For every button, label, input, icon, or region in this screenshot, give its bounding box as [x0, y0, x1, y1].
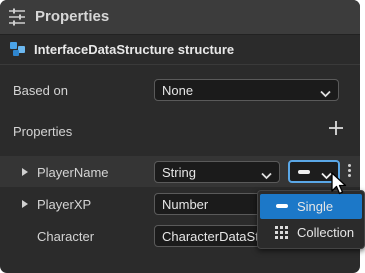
based-on-select[interactable]: None: [154, 79, 339, 101]
property-type-select[interactable]: String: [154, 161, 280, 183]
property-name: PlayerName: [37, 165, 109, 180]
panel-title: Properties: [35, 8, 110, 25]
expand-arrow-icon[interactable]: [22, 168, 28, 176]
based-on-value: None: [162, 83, 194, 98]
structure-icon: [9, 41, 26, 63]
property-type-value: String: [162, 165, 196, 180]
menu-item-label: Single: [297, 199, 334, 214]
structure-row: InterfaceDataStructure structure: [0, 35, 360, 65]
chevron-down-icon: [261, 168, 272, 182]
property-name: Character: [37, 229, 95, 244]
expand-arrow-icon[interactable]: [22, 200, 28, 208]
chevron-down-icon: [320, 86, 331, 100]
property-type-value: CharacterDataSt: [162, 229, 259, 244]
panel-header: Properties: [0, 0, 360, 35]
structure-title: InterfaceDataStructure structure: [34, 42, 235, 57]
menu-item-collection[interactable]: Collection: [260, 220, 362, 245]
property-type-value: Number: [162, 197, 209, 212]
property-name: PlayerXP: [37, 197, 92, 212]
single-icon: [298, 170, 310, 174]
grid-icon: [275, 226, 288, 242]
based-on-label: Based on: [13, 83, 68, 98]
plus-icon[interactable]: [328, 120, 344, 136]
sliders-icon: [8, 8, 26, 31]
container-type-menu: Single Collection: [257, 190, 365, 249]
single-icon: [276, 204, 288, 208]
menu-item-label: Collection: [297, 225, 355, 240]
more-options-icon[interactable]: [348, 164, 352, 180]
mouse-cursor-icon: [331, 172, 347, 201]
properties-section-label: Properties: [13, 124, 73, 139]
